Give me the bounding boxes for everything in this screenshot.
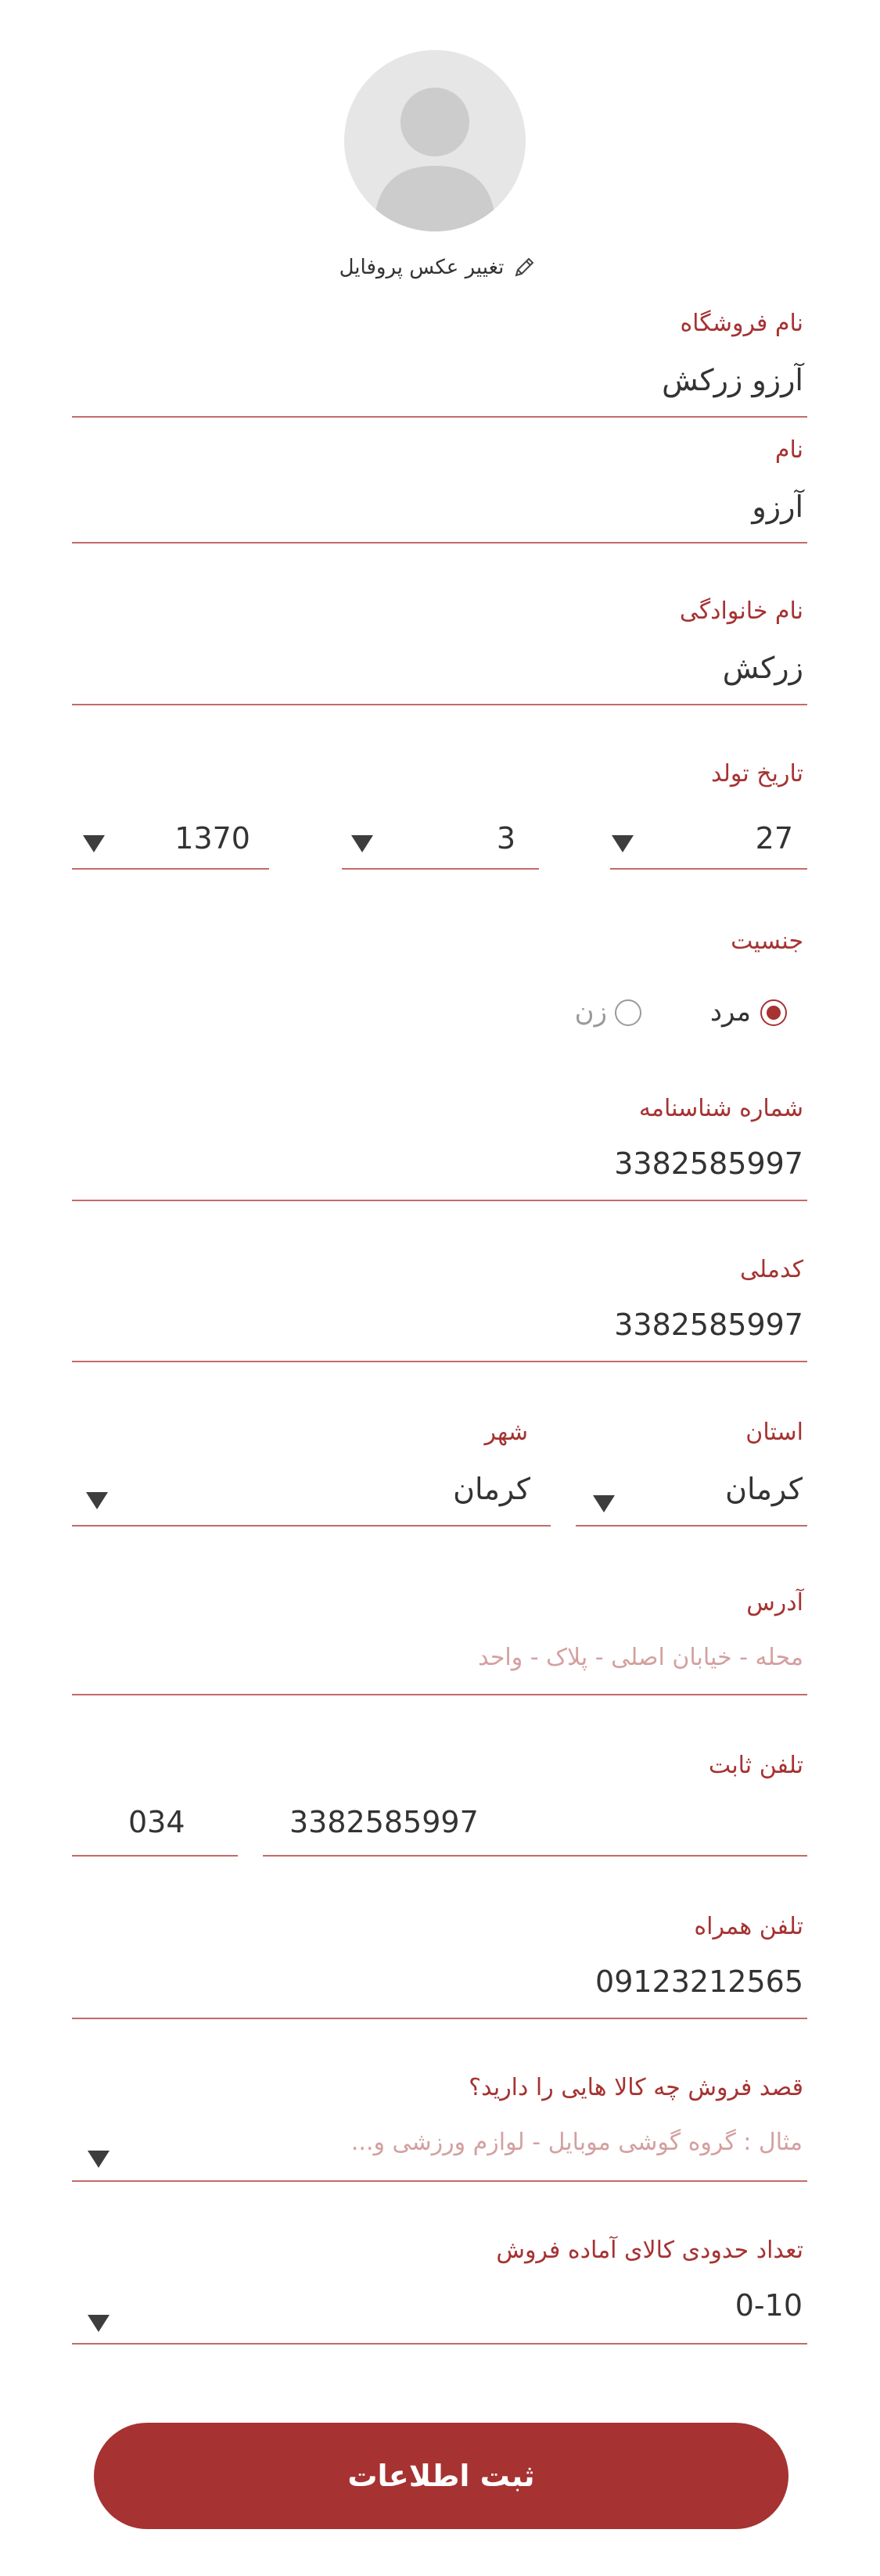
id-number-label: شماره شناسنامه bbox=[638, 1095, 803, 1122]
id-number-input[interactable]: 3382585997 bbox=[614, 1146, 803, 1181]
chevron-down-icon bbox=[86, 1492, 108, 1509]
birth-month-value: 3 bbox=[496, 821, 515, 856]
gender-label: جنسیت bbox=[731, 927, 803, 955]
province-select[interactable]: کرمان bbox=[576, 1464, 807, 1527]
first-name-label: نام bbox=[774, 436, 803, 464]
first-name-input[interactable]: آرزو bbox=[752, 490, 803, 524]
city-underline bbox=[72, 1525, 551, 1527]
national-code-underline bbox=[72, 1361, 807, 1362]
landline-number-underline bbox=[263, 1855, 807, 1857]
gender-female-label: زن bbox=[574, 996, 607, 1028]
province-label: استان bbox=[745, 1419, 803, 1446]
landline-number-value: 3382585997 bbox=[289, 1805, 479, 1839]
radio-selected-icon bbox=[760, 999, 787, 1026]
store-name-input[interactable]: آرزو زرکش bbox=[662, 363, 803, 397]
city-label: شهر bbox=[484, 1419, 528, 1446]
goods-select[interactable]: مثال : گروه گوشی موبایل - لوازم ورزشی و.… bbox=[72, 2118, 807, 2182]
store-name-underline bbox=[72, 416, 807, 418]
national-code-input[interactable]: 3382585997 bbox=[614, 1308, 803, 1342]
province-underline bbox=[576, 1525, 807, 1527]
birth-month-underline bbox=[342, 868, 539, 870]
quantity-select[interactable]: 0-10 bbox=[72, 2280, 807, 2345]
goods-label: قصد فروش چه کالا هایی را دارید؟ bbox=[469, 2074, 803, 2101]
city-select[interactable]: کرمان bbox=[72, 1464, 551, 1527]
submit-button[interactable]: ثبت اطلاعات bbox=[94, 2423, 788, 2529]
chevron-down-icon bbox=[88, 2315, 110, 2332]
area-code-underline bbox=[72, 1855, 238, 1857]
chevron-down-icon bbox=[612, 835, 634, 852]
area-code-input[interactable]: 034 bbox=[72, 1794, 238, 1857]
store-name-label: نام فروشگاه bbox=[680, 310, 803, 337]
pencil-icon bbox=[512, 255, 537, 280]
chevron-down-icon bbox=[88, 2151, 110, 2168]
quantity-value: 0-10 bbox=[735, 2288, 803, 2323]
chevron-down-icon bbox=[351, 835, 373, 852]
address-underline bbox=[72, 1694, 807, 1695]
goods-placeholder: مثال : گروه گوشی موبایل - لوازم ورزشی و.… bbox=[350, 2129, 803, 2156]
gender-male-label: مرد bbox=[709, 996, 751, 1028]
birth-day-underline bbox=[610, 868, 807, 870]
mobile-label: تلفن همراه bbox=[694, 1913, 803, 1940]
birth-month-select[interactable]: 3 bbox=[342, 813, 539, 870]
change-photo-link[interactable]: تغییر عکس پروفایل bbox=[329, 250, 548, 285]
birth-day-value: 27 bbox=[755, 821, 793, 856]
birth-date-label: تاریخ تولد bbox=[711, 760, 803, 788]
gender-option-male[interactable]: مرد bbox=[696, 993, 814, 1032]
province-value: کرمان bbox=[725, 1472, 803, 1506]
birth-year-value: 1370 bbox=[174, 821, 250, 856]
id-number-underline bbox=[72, 1200, 807, 1201]
first-name-underline bbox=[72, 542, 807, 544]
last-name-label: نام خانوادگی bbox=[679, 597, 803, 625]
chevron-down-icon bbox=[593, 1495, 615, 1512]
chevron-down-icon bbox=[83, 835, 105, 852]
birth-year-underline bbox=[72, 868, 269, 870]
radio-unselected-icon bbox=[615, 999, 641, 1026]
address-input[interactable]: محله - خیابان اصلی - پلاک - واحد bbox=[478, 1644, 803, 1671]
birth-year-select[interactable]: 1370 bbox=[72, 813, 269, 870]
avatar[interactable] bbox=[344, 50, 526, 231]
last-name-underline bbox=[72, 704, 807, 705]
person-icon bbox=[374, 88, 496, 231]
birth-day-select[interactable]: 27 bbox=[610, 813, 807, 870]
quantity-label: تعداد حدودی کالای آماده فروش bbox=[496, 2237, 803, 2264]
gender-option-female[interactable]: زن bbox=[563, 993, 657, 1032]
landline-label: تلفن ثابت bbox=[708, 1752, 803, 1779]
landline-number-input[interactable]: 3382585997 bbox=[263, 1794, 807, 1857]
city-value: کرمان bbox=[453, 1472, 530, 1506]
mobile-underline bbox=[72, 2018, 807, 2019]
area-code-value: 034 bbox=[128, 1805, 185, 1839]
goods-underline bbox=[72, 2180, 807, 2182]
address-label: آدرس bbox=[746, 1589, 803, 1616]
quantity-underline bbox=[72, 2343, 807, 2345]
change-photo-label: تغییر عکس پروفایل bbox=[339, 256, 505, 279]
national-code-label: کدملی bbox=[739, 1256, 803, 1283]
mobile-input[interactable]: 09123212565 bbox=[595, 1964, 803, 1999]
last-name-input[interactable]: زرکش bbox=[723, 651, 803, 685]
